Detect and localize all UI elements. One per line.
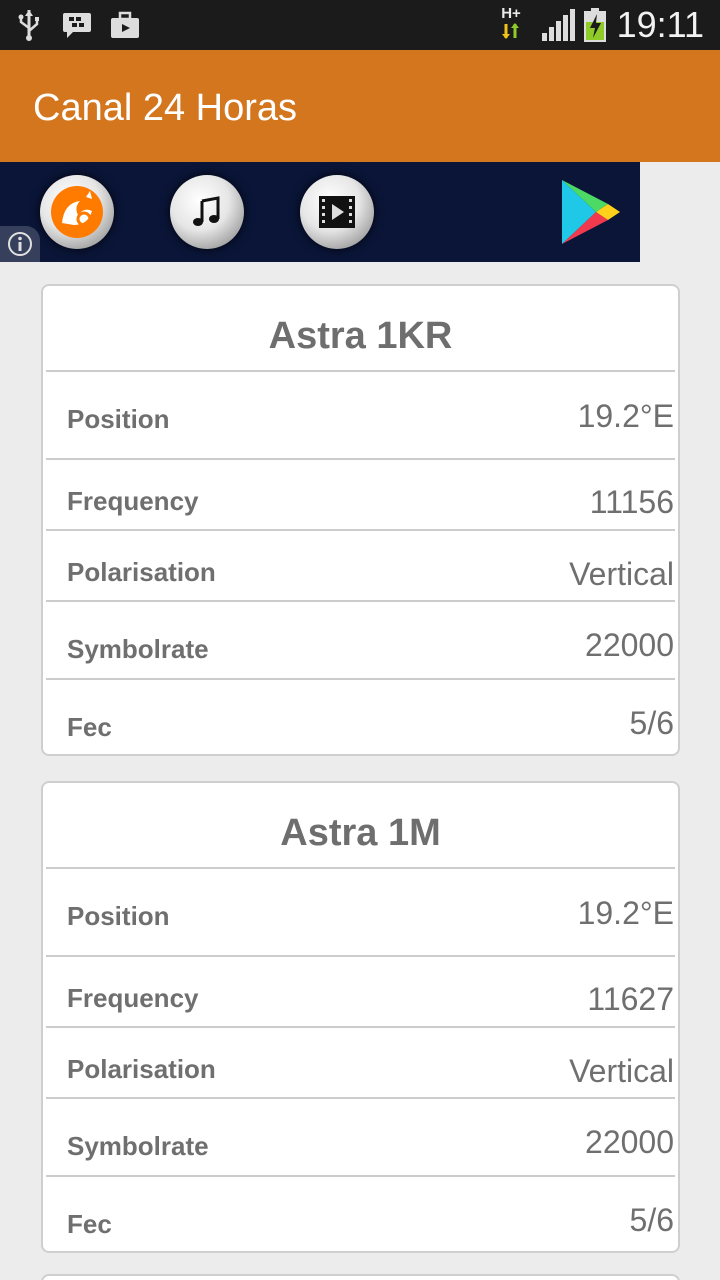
battery-charging-icon: [582, 8, 608, 42]
satellite-title: Astra 1KR: [268, 315, 453, 357]
row-label-frequency: Frequency: [67, 983, 199, 1013]
row-value-symbolrate: 22000: [585, 1124, 674, 1160]
row-value-position: 19.2°E: [577, 895, 674, 931]
page-title: Canal 24 Horas: [33, 87, 298, 129]
usb-icon: [14, 8, 44, 42]
satellite-card-partial: [41, 1274, 680, 1280]
row-value-fec: 5/6: [629, 1202, 674, 1238]
bbm-icon: [60, 8, 94, 42]
ad-banner[interactable]: [0, 162, 640, 262]
status-bar: H+ 19:11: [0, 0, 720, 50]
play-store-icon[interactable]: [556, 178, 624, 246]
divider: [46, 600, 675, 602]
row-label-fec: Fec: [67, 1209, 112, 1239]
row-label-frequency: Frequency: [67, 486, 199, 516]
row-value-frequency: 11156: [589, 484, 674, 520]
row-value-polarisation: Vertical: [569, 1053, 674, 1089]
divider: [46, 1097, 675, 1099]
row-value-symbolrate: 22000: [585, 627, 674, 663]
app-bar: Canal 24 Horas: [0, 50, 720, 162]
film-icon[interactable]: [300, 175, 374, 249]
signal-icon: [540, 8, 576, 42]
divider: [46, 1026, 675, 1028]
row-label-symbolrate: Symbolrate: [67, 1131, 209, 1161]
music-note-icon[interactable]: [170, 175, 244, 249]
uc-browser-icon[interactable]: [40, 175, 114, 249]
divider: [46, 370, 675, 372]
briefcase-icon: [108, 8, 142, 42]
row-label-polarisation: Polarisation: [67, 1054, 216, 1084]
network-type-label: H+: [501, 5, 521, 22]
divider: [46, 529, 675, 531]
satellite-card: Astra 1KR Position 19.2°E Frequency 1115…: [41, 284, 680, 756]
divider: [46, 955, 675, 957]
row-label-position: Position: [67, 404, 170, 434]
row-value-frequency: 11627: [587, 981, 674, 1017]
satellite-title: Astra 1M: [280, 812, 441, 854]
divider: [46, 867, 675, 869]
info-icon[interactable]: [0, 226, 40, 262]
status-time: 19:11: [616, 4, 704, 45]
row-value-fec: 5/6: [629, 705, 674, 741]
satellite-card: Astra 1M Position 19.2°E Frequency 11627…: [41, 781, 680, 1253]
row-label-fec: Fec: [67, 712, 112, 742]
row-label-position: Position: [67, 901, 170, 931]
divider: [46, 458, 675, 460]
row-value-polarisation: Vertical: [569, 556, 674, 592]
row-value-position: 19.2°E: [577, 398, 674, 434]
network-arrows-icon: H+: [496, 6, 526, 44]
row-label-symbolrate: Symbolrate: [67, 634, 209, 664]
divider: [46, 678, 675, 680]
divider: [46, 1175, 675, 1177]
row-label-polarisation: Polarisation: [67, 557, 216, 587]
